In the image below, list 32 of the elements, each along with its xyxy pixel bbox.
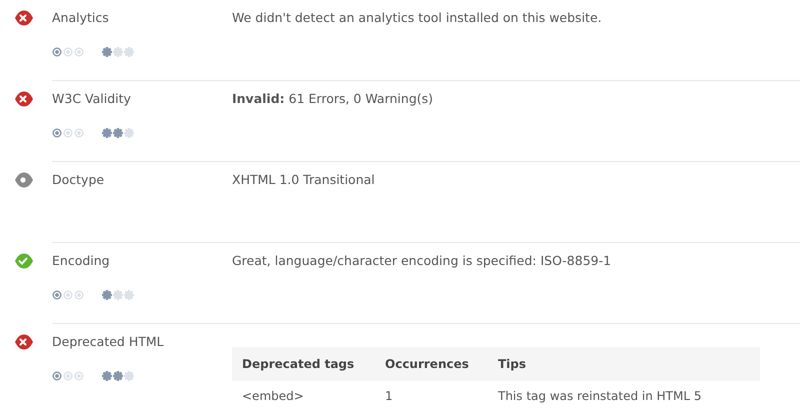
check-label: Doctype [52, 171, 106, 189]
table-cell: 1 [375, 381, 488, 411]
gear-icon [124, 47, 134, 57]
result-text: Invalid: 61 Errors, 0 Warning(s) [232, 90, 434, 108]
check-label: Deprecated HTML [52, 333, 165, 351]
error-icon [14, 9, 34, 27]
gear-icon [124, 128, 134, 138]
table-cell: This tag was reinstated in HTML 5 [488, 381, 760, 411]
check-label: Analytics [52, 9, 110, 27]
check-label: Encoding [52, 252, 111, 270]
eye-icon [14, 171, 34, 189]
result-text: Great, language/character encoding is specified: ISO-8859-1 [232, 252, 612, 270]
gear-icon [113, 47, 123, 57]
result-text: XHTML 1.0 Transitional [232, 171, 376, 189]
error-icon [14, 90, 34, 108]
column-header: Deprecated tags [232, 347, 375, 381]
gear-icon [124, 371, 134, 381]
table-cell: <embed> [232, 381, 375, 411]
gear-icon [113, 290, 123, 300]
gear-icon [102, 128, 112, 138]
column-header: Tips [488, 347, 760, 381]
check-icon [14, 252, 34, 270]
error-icon [14, 333, 34, 351]
gear-icon [102, 47, 112, 57]
gear-icon [102, 371, 112, 381]
gear-icon [113, 128, 123, 138]
gear-icon [113, 371, 123, 381]
check-label: W3C Validity [52, 90, 132, 108]
result-text: We didn't detect an analytics tool installed on this website. [232, 9, 603, 27]
gear-icon [124, 290, 134, 300]
gear-icon [102, 290, 112, 300]
column-header: Occurrences [375, 347, 488, 381]
